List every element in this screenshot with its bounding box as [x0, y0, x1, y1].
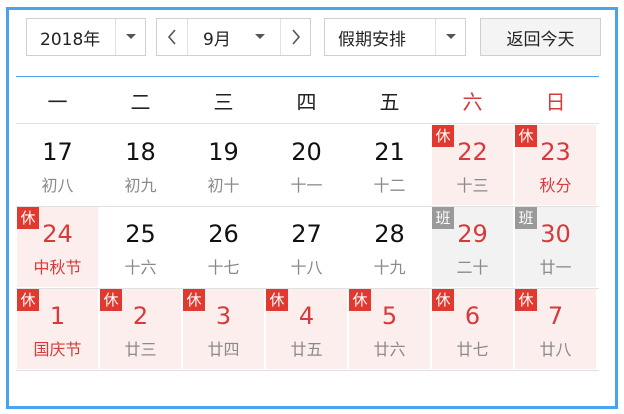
lunar-date: 二十: [456, 258, 489, 277]
day-number: 20: [291, 138, 322, 166]
year-select-value: 2018年: [40, 29, 101, 50]
lunar-date: 廿一: [539, 258, 572, 277]
calendar-day-cell[interactable]: 休 6 廿七: [432, 289, 513, 369]
lunar-date: 十二: [373, 176, 406, 195]
calendar-day-cell[interactable]: 休 24 中秋节: [17, 207, 98, 287]
calendar-day-cell[interactable]: 17 初八: [17, 125, 98, 205]
day-number: 25: [125, 220, 156, 248]
lunar-date: 初十: [207, 176, 240, 195]
chevron-left-icon: [167, 29, 176, 45]
lunar-date: 廿四: [207, 340, 240, 359]
calendar-day-cell[interactable]: 18 初九: [100, 125, 181, 205]
calendar-day-cell[interactable]: 班 29 二十: [432, 207, 513, 287]
weekday-sun: 日: [545, 89, 566, 114]
chevron-right-icon: [292, 29, 301, 45]
festival-label: 中秋节: [33, 258, 82, 277]
lunar-date: 廿八: [539, 340, 572, 359]
weekday-header: 一 二 三 四 五 六 日: [16, 77, 599, 123]
calendar-day-cell[interactable]: 21 十二: [349, 125, 430, 205]
day-number: 5: [381, 302, 398, 330]
day-number: 6: [464, 302, 481, 330]
lunar-date: 初八: [41, 176, 74, 195]
lunar-date: 十一: [290, 176, 323, 195]
lunar-date: 廿七: [456, 340, 489, 359]
month-select[interactable]: 9月: [156, 18, 311, 56]
lunar-date: 十九: [373, 258, 406, 277]
weekday-divider: [16, 123, 599, 124]
calendar-day-cell[interactable]: 休 2 廿三: [100, 289, 181, 369]
weekday-tue: 二: [130, 89, 151, 114]
calendar-day-cell[interactable]: 休 23 秋分: [515, 125, 596, 205]
calendar-day-cell[interactable]: 休 7 廿八: [515, 289, 596, 369]
day-number: 23: [540, 138, 571, 166]
day-number: 28: [374, 220, 405, 248]
day-number: 3: [215, 302, 232, 330]
lunar-date: 十八: [290, 258, 323, 277]
prev-month-button[interactable]: [157, 19, 188, 55]
day-number: 24: [42, 220, 73, 248]
lunar-date: 十七: [207, 258, 240, 277]
festival-label: 秋分: [539, 176, 572, 195]
day-number: 29: [457, 220, 488, 248]
calendar-day-cell[interactable]: 休 1 国庆节: [17, 289, 98, 369]
day-number: 26: [208, 220, 239, 248]
month-select-value: 9月: [203, 29, 231, 50]
day-number: 21: [374, 138, 405, 166]
day-number: 7: [547, 302, 564, 330]
day-number: 1: [49, 302, 66, 330]
day-number: 27: [291, 220, 322, 248]
calendar-day-cell[interactable]: 27 十八: [266, 207, 347, 287]
holiday-select[interactable]: 假期安排: [324, 18, 466, 56]
day-number: 30: [540, 220, 571, 248]
next-month-button[interactable]: [280, 19, 311, 55]
day-number: 22: [457, 138, 488, 166]
calendar-day-cell[interactable]: 25 十六: [100, 207, 181, 287]
back-to-today-button[interactable]: 返回今天: [480, 18, 601, 56]
chevron-down-icon[interactable]: [245, 19, 275, 55]
holiday-select-value: 假期安排: [338, 29, 406, 50]
day-number: 4: [298, 302, 315, 330]
calendar-day-cell[interactable]: 班 30 廿一: [515, 207, 596, 287]
weekday-thu: 四: [296, 89, 317, 114]
year-select[interactable]: 2018年: [26, 18, 146, 56]
lunar-date: 廿三: [124, 340, 157, 359]
lunar-date: 十三: [456, 176, 489, 195]
calendar-day-cell[interactable]: 19 初十: [183, 125, 264, 205]
day-number: 19: [208, 138, 239, 166]
lunar-date: 初九: [124, 176, 157, 195]
calendar-day-cell[interactable]: 休 3 廿四: [183, 289, 264, 369]
calendar-day-cell[interactable]: 20 十一: [266, 125, 347, 205]
calendar-day-cell[interactable]: 休 4 廿五: [266, 289, 347, 369]
lunar-date: 十六: [124, 258, 157, 277]
weekday-wed: 三: [213, 89, 234, 114]
chevron-down-icon[interactable]: [435, 19, 466, 55]
lunar-date: 廿五: [290, 340, 323, 359]
festival-label: 国庆节: [33, 340, 82, 359]
calendar-day-cell[interactable]: 26 十七: [183, 207, 264, 287]
lunar-date: 廿六: [373, 340, 406, 359]
weekday-sat: 六: [462, 89, 483, 114]
calendar-day-cell[interactable]: 休 22 十三: [432, 125, 513, 205]
day-number: 2: [132, 302, 149, 330]
day-number: 18: [125, 138, 156, 166]
weekday-mon: 一: [47, 89, 68, 114]
chevron-down-icon[interactable]: [115, 19, 146, 55]
calendar-day-cell[interactable]: 休 5 廿六: [349, 289, 430, 369]
grid-bottom-divider: [16, 370, 599, 371]
weekday-fri: 五: [379, 89, 400, 114]
day-number: 17: [42, 138, 73, 166]
calendar-day-cell[interactable]: 28 十九: [349, 207, 430, 287]
